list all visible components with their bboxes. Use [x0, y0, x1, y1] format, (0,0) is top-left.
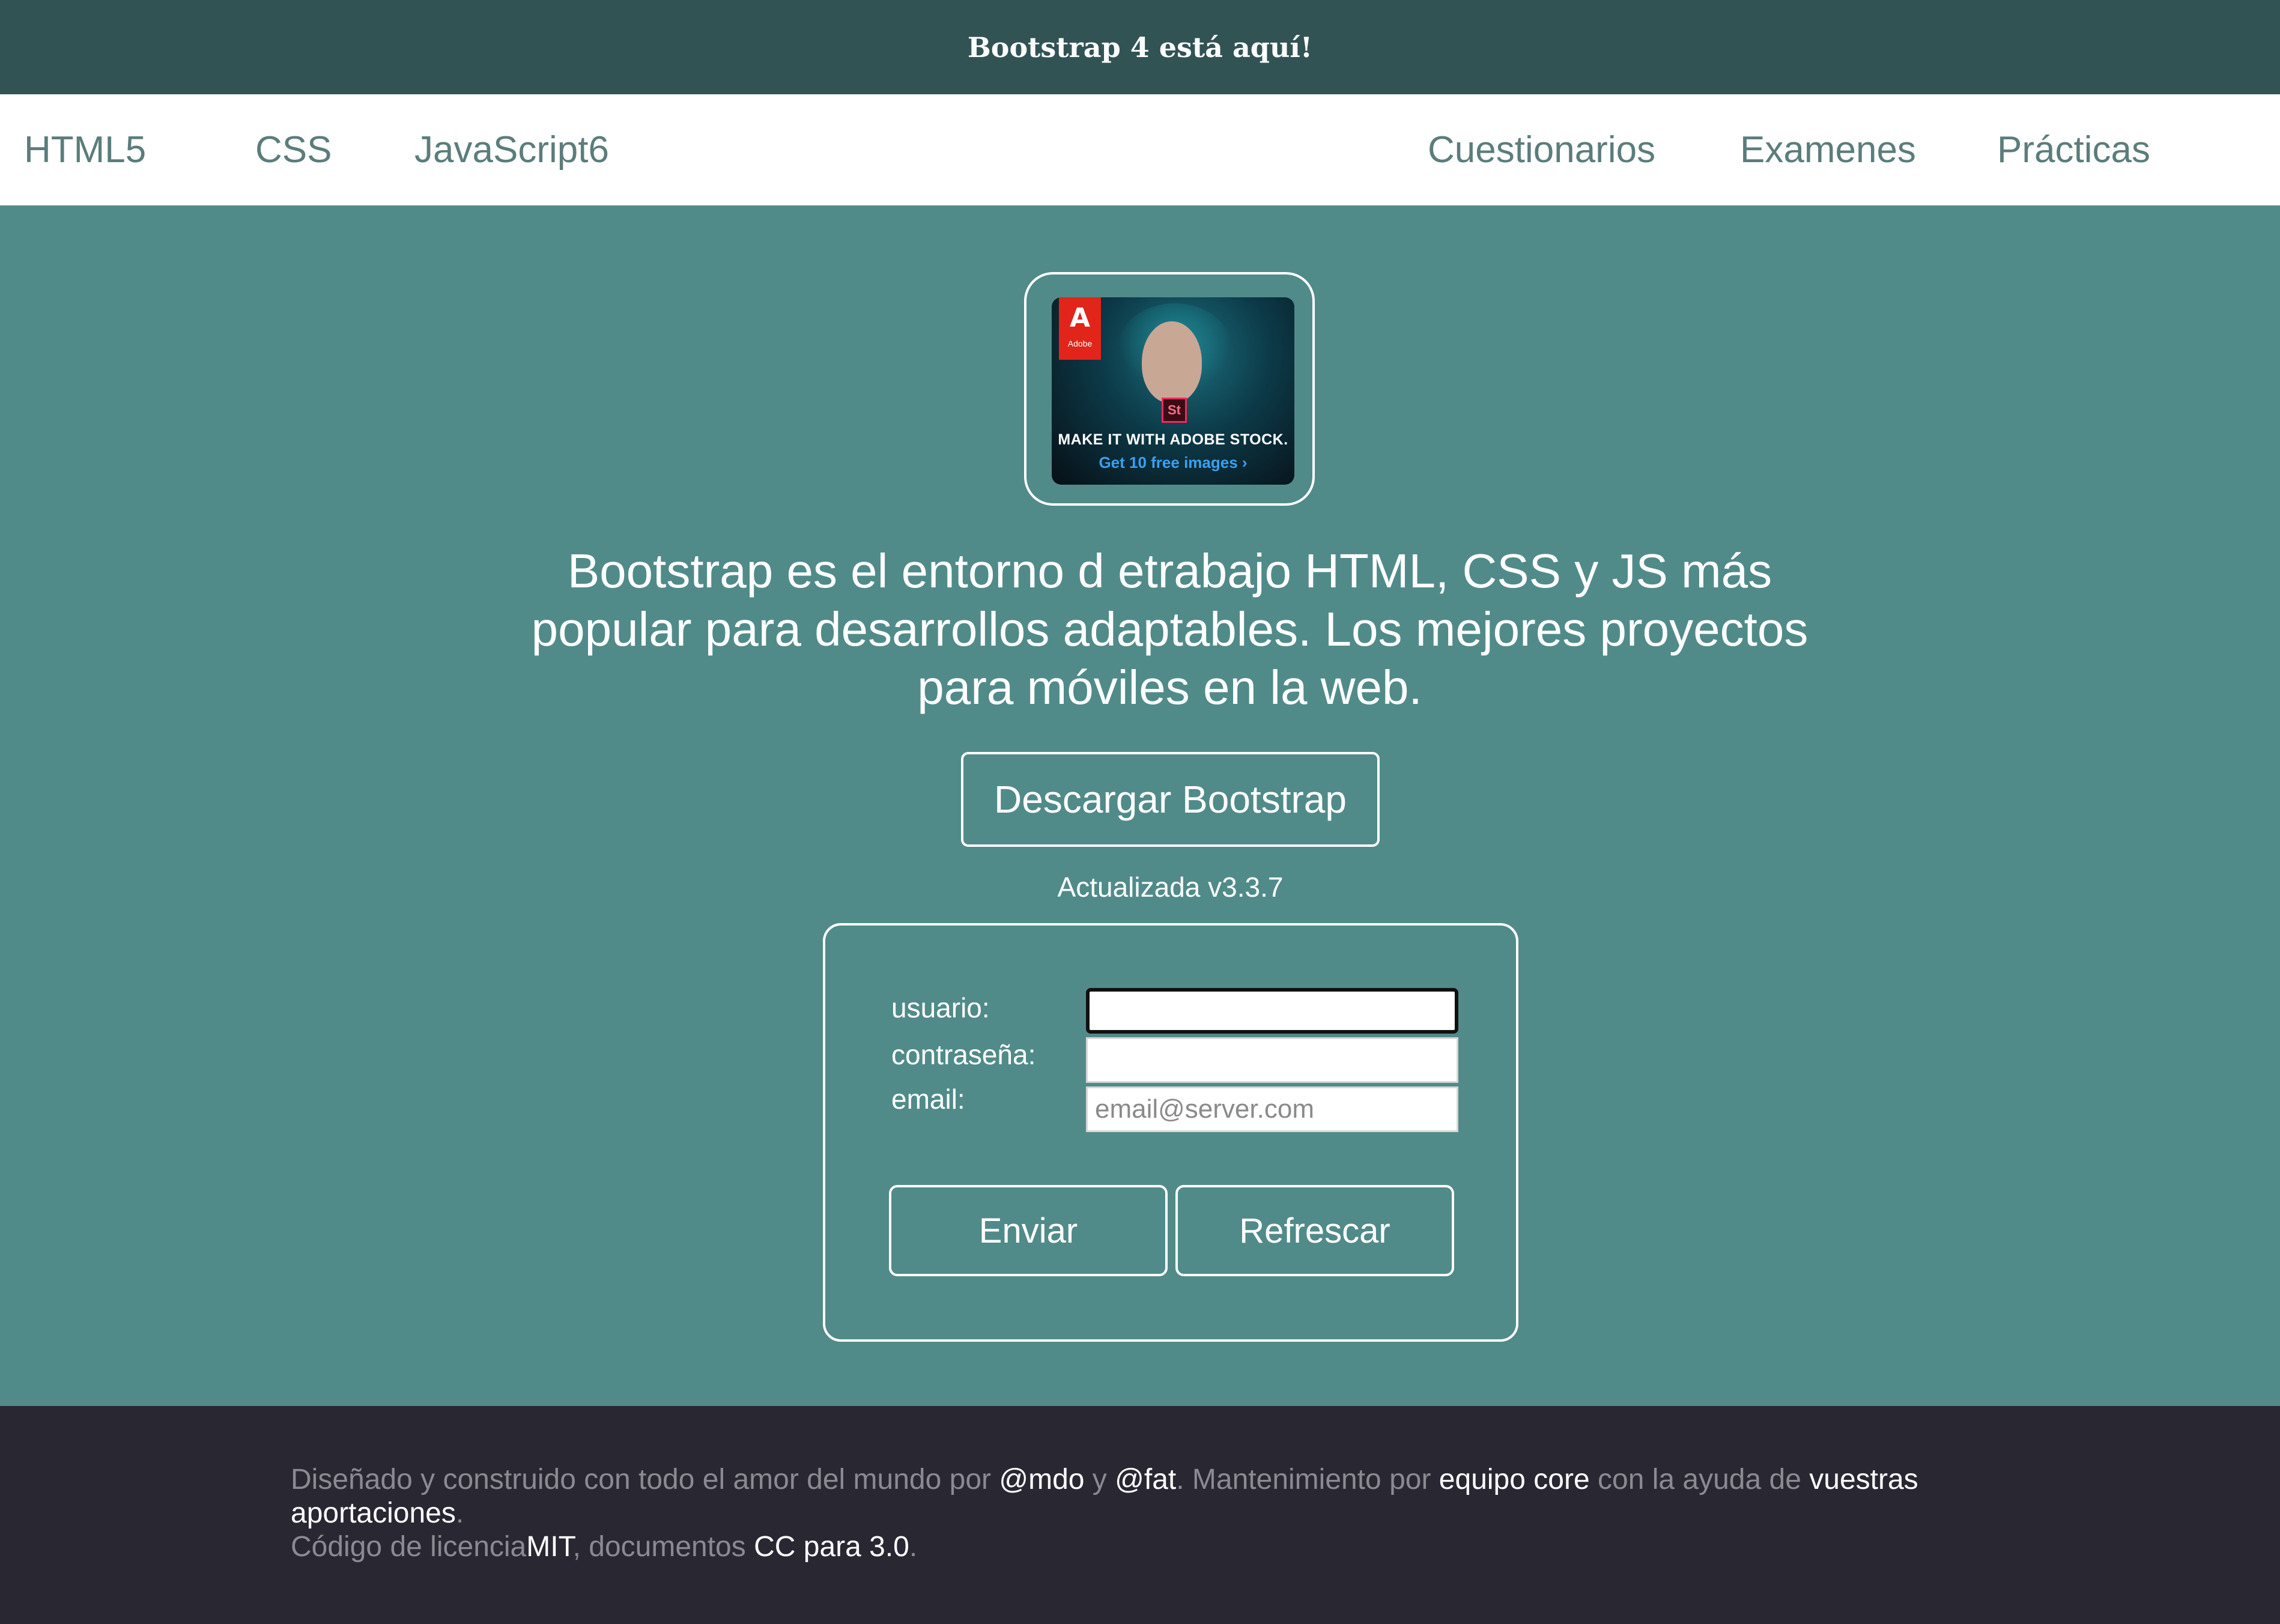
adobe-stock-badge-icon: St [1162, 398, 1187, 423]
announcement-bar: Bootstrap 4 está aquí! [0, 0, 2280, 94]
nav-link-cuestionarios[interactable]: Cuestionarios [1428, 94, 1655, 205]
footer-text-segment: . Mantenimiento por [1176, 1464, 1439, 1495]
footer-text-segment: con la ayuda de [1589, 1464, 1810, 1495]
nav-link-html5[interactable]: HTML5 [24, 94, 146, 205]
reset-button[interactable]: Refrescar [1175, 1185, 1454, 1276]
footer-text: Diseñado y construido con todo el amor d… [291, 1463, 2033, 1564]
footer-link-core-team[interactable]: equipo core [1439, 1464, 1590, 1495]
nav-link-javascript6[interactable]: JavaScript6 [414, 94, 609, 205]
footer: Diseñado y construido con todo el amor d… [0, 1406, 2280, 1624]
ad-cta-link[interactable]: Get 10 free images › [1052, 453, 1294, 472]
login-form: usuario: contraseña: email: Enviar Refre… [823, 923, 1518, 1342]
password-input[interactable] [1086, 1037, 1458, 1083]
email-label: email: [891, 1083, 965, 1115]
footer-link-cc[interactable]: CC para 3.0 [754, 1531, 909, 1563]
footer-text-segment: . [909, 1531, 918, 1563]
footer-text-segment: y [1084, 1464, 1115, 1495]
nav-link-practicas[interactable]: Prácticas [1997, 94, 2150, 205]
footer-link-mdo[interactable]: @mdo [999, 1464, 1084, 1495]
version-text: Actualizada v3.3.7 [1057, 871, 1284, 903]
submit-button[interactable]: Enviar [889, 1185, 1168, 1276]
footer-text-segment: Código de licencia [291, 1531, 527, 1563]
nav-link-css[interactable]: CSS [255, 94, 332, 205]
user-label: usuario: [891, 992, 990, 1023]
hero-lead: Bootstrap es el entorno d etrabajo HTML,… [531, 544, 1809, 714]
ad-banner[interactable]: A Adobe St MAKE IT WITH ADOBE STOCK. Get… [1052, 297, 1294, 485]
main-content: A Adobe St MAKE IT WITH ADOBE STOCK. Get… [0, 205, 2280, 1406]
email-input[interactable] [1086, 1086, 1458, 1132]
footer-link-mit[interactable]: MIT [526, 1531, 572, 1563]
nav-link-examenes[interactable]: Examenes [1740, 94, 1916, 205]
download-bootstrap-button[interactable]: Descargar Bootstrap [961, 752, 1380, 847]
footer-text-segment: Diseñado y construido con todo el amor d… [291, 1464, 999, 1495]
ad-portrait-graphic [1142, 321, 1202, 403]
adobe-logo-icon: A Adobe [1059, 297, 1101, 360]
ad-headline: MAKE IT WITH ADOBE STOCK. [1058, 431, 1288, 448]
user-input[interactable] [1086, 988, 1458, 1034]
ad-frame: A Adobe St MAKE IT WITH ADOBE STOCK. Get… [1024, 272, 1315, 506]
navbar: HTML5 CSS JavaScript6 Cuestionarios Exam… [0, 94, 2280, 205]
footer-text-segment: , documentos [572, 1531, 754, 1563]
announcement-text: Bootstrap 4 está aquí! [967, 31, 1313, 64]
footer-text-segment: . [455, 1497, 464, 1529]
footer-link-fat[interactable]: @fat [1115, 1464, 1176, 1495]
password-label: contraseña: [891, 1039, 1036, 1070]
